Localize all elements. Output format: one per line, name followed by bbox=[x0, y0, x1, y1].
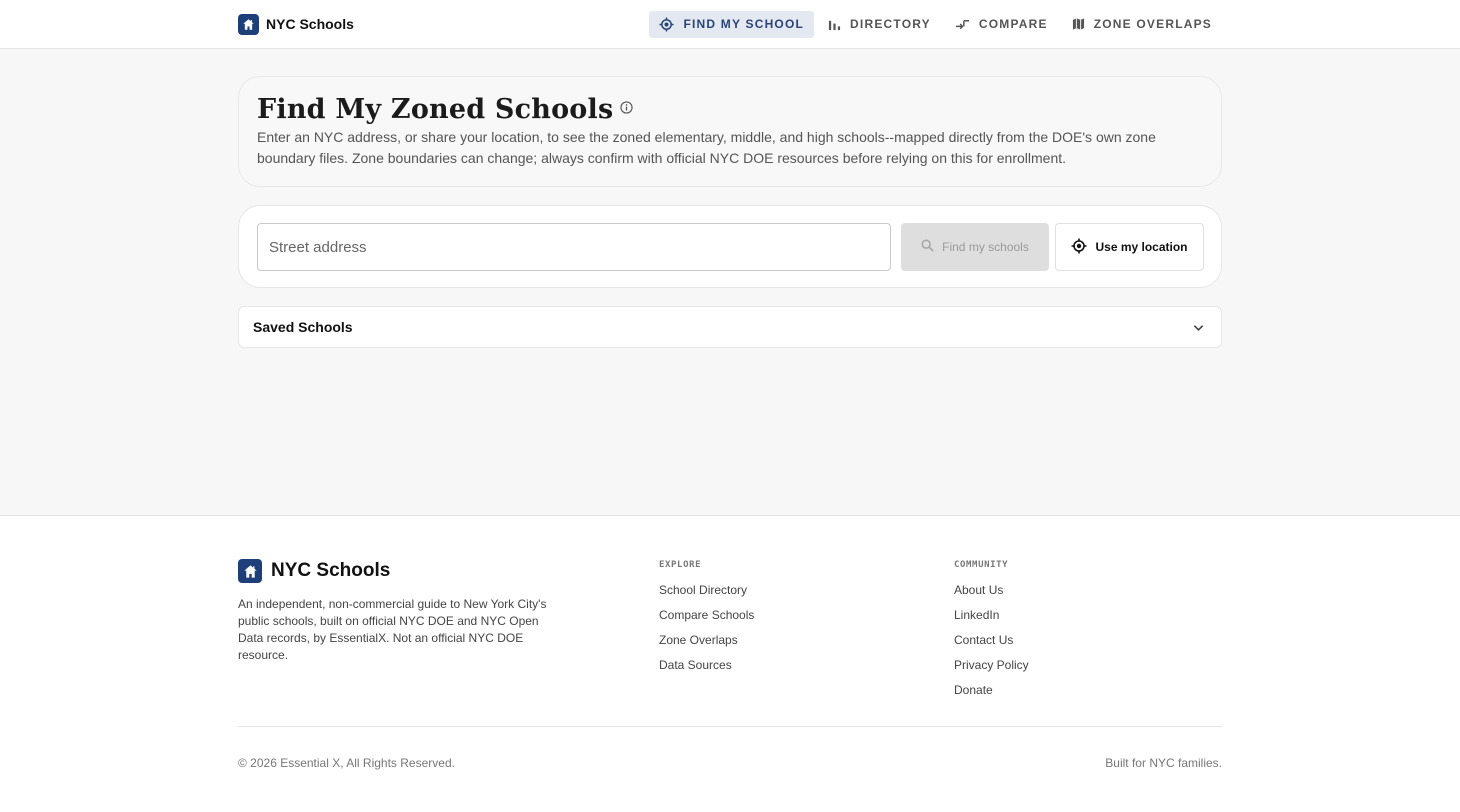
street-address-input[interactable] bbox=[257, 223, 891, 271]
nav-label: DIRECTORY bbox=[850, 17, 931, 31]
location-button-label: Use my location bbox=[1095, 240, 1188, 254]
nav-label: COMPARE bbox=[978, 17, 1048, 31]
footer-community-heading: COMMUNITY bbox=[954, 560, 1009, 570]
footer-link-data-sources[interactable]: Data Sources bbox=[659, 657, 754, 682]
saved-schools-accordion[interactable]: Saved Schools bbox=[238, 306, 1222, 348]
search-icon bbox=[921, 239, 934, 255]
footer-brand-name: NYC Schools bbox=[271, 560, 391, 581]
nav-directory[interactable]: DIRECTORY bbox=[818, 11, 941, 38]
info-icon[interactable] bbox=[620, 100, 634, 119]
footer-link-contact-us[interactable]: Contact Us bbox=[954, 632, 1029, 657]
footer-link-school-directory[interactable]: School Directory bbox=[659, 582, 754, 607]
intro-description: Enter an NYC address, or share your loca… bbox=[257, 129, 1156, 166]
footer-brand[interactable]: NYC Schools bbox=[238, 559, 390, 583]
footer-link-about-us[interactable]: About Us bbox=[954, 582, 1029, 607]
map-icon bbox=[1072, 17, 1085, 31]
compare-arrows-icon bbox=[955, 18, 970, 31]
locate-icon bbox=[659, 16, 674, 32]
footer-copyright: © 2026 Essential X, All Rights Reserved. bbox=[238, 756, 455, 770]
footer-about-text: An independent, non-commercial guide to … bbox=[238, 597, 547, 662]
page-title-row: Find My Zoned Schools bbox=[257, 94, 634, 125]
footer-explore-column: EXPLORE School Directory Compare Schools… bbox=[659, 560, 754, 682]
chevron-down-icon bbox=[1192, 321, 1205, 339]
footer-explore-heading: EXPLORE bbox=[659, 560, 702, 570]
nav-zone-overlaps[interactable]: ZONE OVERLAPS bbox=[1062, 11, 1222, 38]
main-nav: FIND MY SCHOOL DIRECTORY COMPARE ZONE OV… bbox=[649, 10, 1222, 38]
school-house-icon bbox=[238, 13, 259, 35]
site-footer: NYC Schools An independent, non-commerci… bbox=[0, 515, 1460, 812]
footer-link-privacy-policy[interactable]: Privacy Policy bbox=[954, 657, 1029, 682]
nav-find-my-school[interactable]: FIND MY SCHOOL bbox=[649, 10, 815, 38]
footer-link-linkedin[interactable]: LinkedIn bbox=[954, 607, 1029, 632]
nav-compare[interactable]: COMPARE bbox=[945, 11, 1058, 38]
intro-card: Find My Zoned Schools Enter an NYC addre… bbox=[238, 76, 1222, 187]
bar-chart-icon bbox=[828, 18, 841, 31]
find-button-label: Find my schools bbox=[942, 240, 1029, 254]
brand-name: NYC Schools bbox=[266, 16, 354, 32]
nav-label: FIND MY SCHOOL bbox=[683, 17, 805, 31]
footer-link-zone-overlaps[interactable]: Zone Overlaps bbox=[659, 632, 754, 657]
address-search-card: Find my schools Use my location bbox=[238, 205, 1222, 288]
top-nav-bar: NYC Schools FIND MY SCHOOL DIRECTORY COM… bbox=[0, 0, 1460, 49]
footer-tagline: Built for NYC families. bbox=[1105, 756, 1222, 770]
footer-link-donate[interactable]: Donate bbox=[954, 682, 1029, 707]
page-title: Find My Zoned Schools bbox=[257, 94, 614, 125]
find-my-schools-button[interactable]: Find my schools bbox=[901, 223, 1049, 271]
brand-link[interactable]: NYC Schools bbox=[238, 13, 354, 35]
locate-icon bbox=[1071, 238, 1087, 257]
nav-label: ZONE OVERLAPS bbox=[1093, 17, 1212, 31]
saved-schools-label: Saved Schools bbox=[253, 319, 353, 335]
footer-link-compare-schools[interactable]: Compare Schools bbox=[659, 607, 754, 632]
footer-divider bbox=[238, 726, 1222, 727]
footer-community-column: COMMUNITY About Us LinkedIn Contact Us P… bbox=[954, 560, 1029, 707]
school-house-icon bbox=[238, 559, 262, 583]
use-my-location-button[interactable]: Use my location bbox=[1055, 223, 1204, 271]
